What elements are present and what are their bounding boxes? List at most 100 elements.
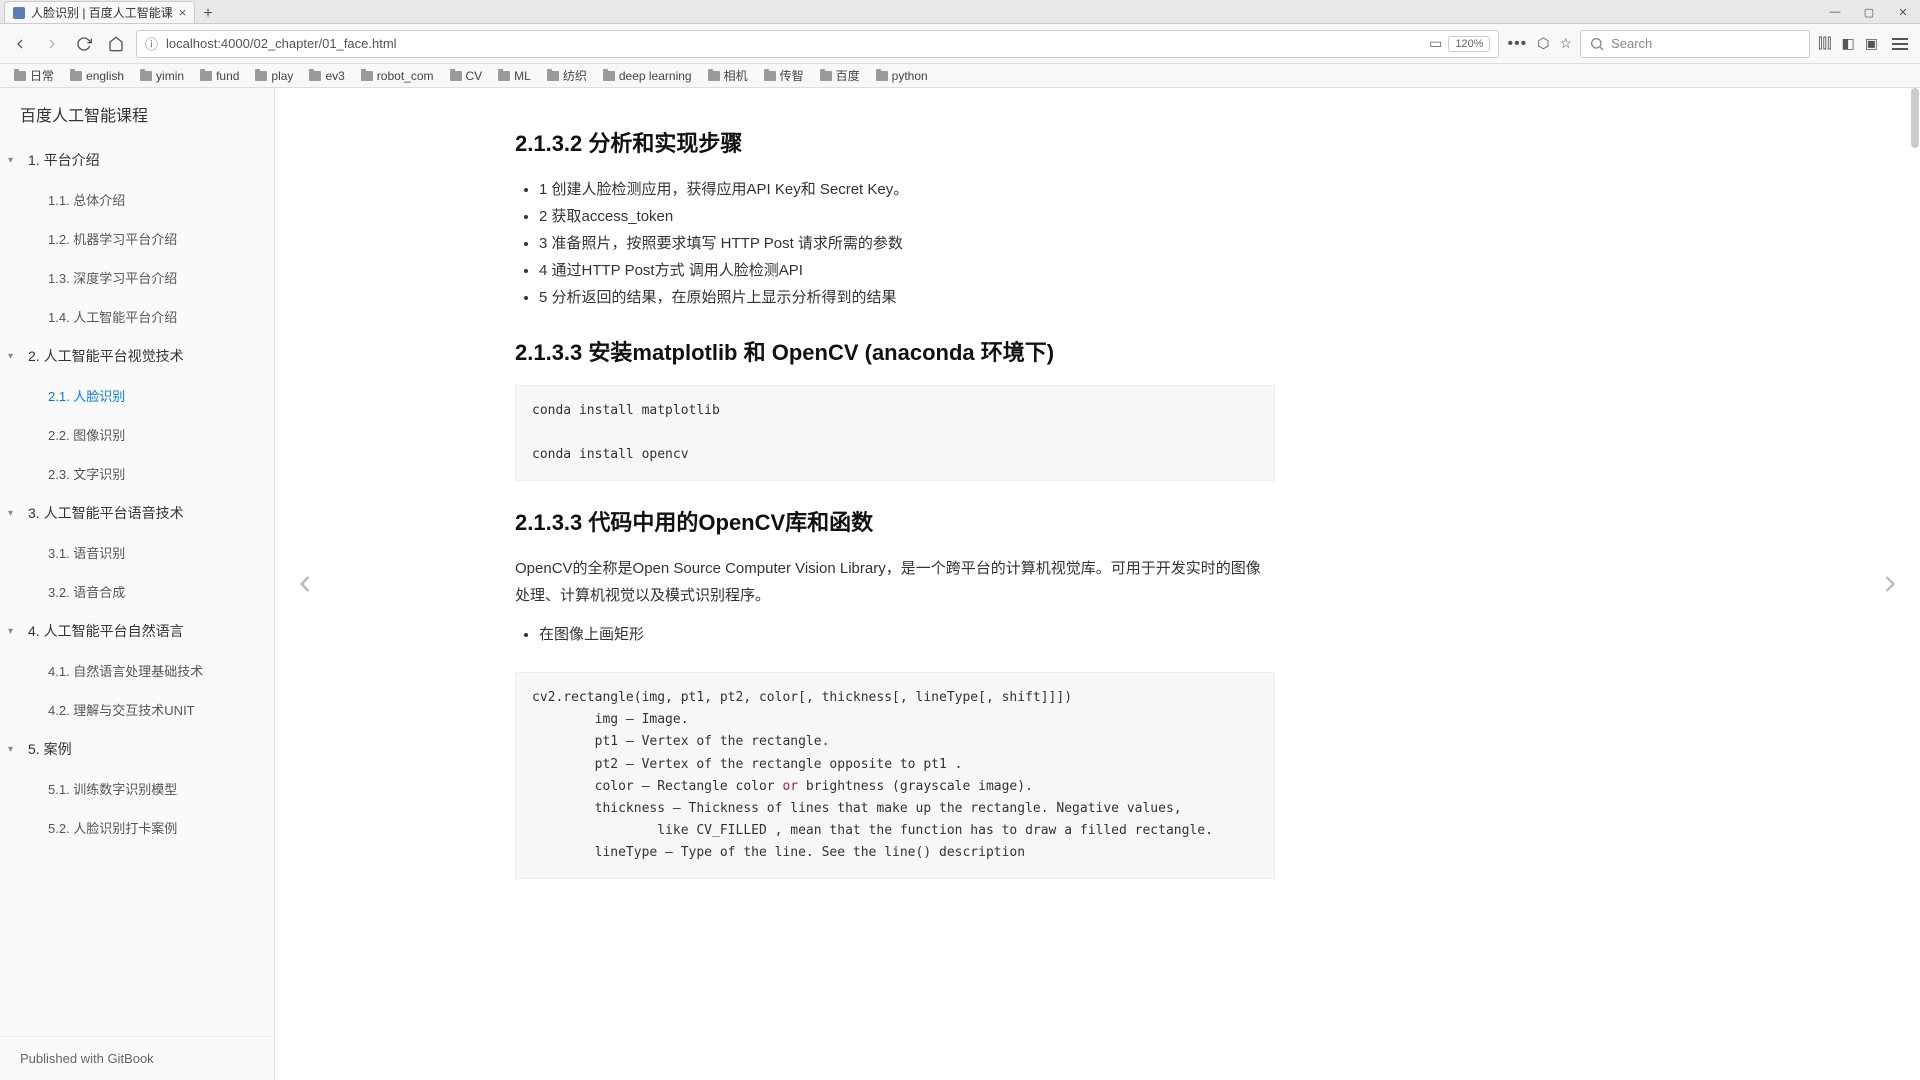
- toc-item[interactable]: 4.2. 理解与交互技术UNIT: [0, 690, 274, 729]
- heading-opencv: 2.1.3.3 代码中用的OpenCV库和函数: [515, 505, 1275, 537]
- toc-item[interactable]: 4.1. 自然语言处理基础技术: [0, 651, 274, 690]
- bookmark-item[interactable]: ev3: [303, 67, 350, 85]
- search-box[interactable]: Search: [1580, 30, 1810, 58]
- panel-icon[interactable]: ▣: [1865, 35, 1878, 52]
- reload-button[interactable]: [72, 32, 96, 56]
- toc-item[interactable]: 2.1. 人脸识别: [0, 376, 274, 415]
- tab-title: 人脸识别 | 百度人工智能课: [31, 4, 173, 21]
- info-icon[interactable]: ⓘ: [145, 34, 158, 53]
- minimize-button[interactable]: —: [1818, 0, 1852, 24]
- bullet-rect: 在图像上画矩形: [539, 621, 1275, 648]
- pocket-icon[interactable]: ⬡: [1537, 35, 1549, 52]
- content-wrap: 2.1.3.2 分析和实现步骤 1 创建人脸检测应用，获得应用API Key和 …: [275, 88, 1920, 1080]
- bookmark-item[interactable]: 日常: [8, 65, 60, 86]
- folder-icon: [820, 71, 832, 81]
- folder-icon: [361, 71, 373, 81]
- toc-item[interactable]: 1.1. 总体介绍: [0, 180, 274, 219]
- toc-item[interactable]: 3.1. 语音识别: [0, 533, 274, 572]
- url-text: localhost:4000/02_chapter/01_face.html: [166, 36, 1421, 51]
- tab-close-icon[interactable]: ×: [179, 5, 187, 20]
- toc-item[interactable]: 1.3. 深度学习平台介绍: [0, 258, 274, 297]
- back-button[interactable]: [8, 32, 32, 56]
- toolbar-far-right: ⫿⫿⫿ ◧ ▣: [1818, 32, 1912, 56]
- toc-item[interactable]: 1.2. 机器学习平台介绍: [0, 219, 274, 258]
- toc-item[interactable]: 2.2. 图像识别: [0, 415, 274, 454]
- page-actions-icon[interactable]: •••: [1507, 35, 1527, 53]
- toc-section[interactable]: ▾3. 人工智能平台语音技术: [0, 493, 274, 533]
- opencv-bullets: 在图像上画矩形: [515, 621, 1275, 648]
- toolbar-right: ••• ⬡ ☆: [1507, 35, 1572, 53]
- hamburger-menu-button[interactable]: [1888, 32, 1912, 56]
- chevron-down-icon: ▾: [8, 155, 13, 166]
- toc-sidebar[interactable]: 百度人工智能课程 ▾1. 平台介绍1.1. 总体介绍1.2. 机器学习平台介绍1…: [0, 88, 275, 1080]
- next-page-button[interactable]: [1870, 554, 1910, 614]
- toc-item[interactable]: 2.3. 文字识别: [0, 454, 274, 493]
- code-install[interactable]: conda install matplotlib conda install o…: [515, 385, 1275, 481]
- bookmark-item[interactable]: english: [64, 67, 130, 85]
- bookmark-item[interactable]: play: [249, 67, 299, 85]
- bookmark-item[interactable]: ML: [492, 67, 537, 85]
- nav-bar: ⓘ localhost:4000/02_chapter/01_face.html…: [0, 24, 1920, 64]
- prev-page-button[interactable]: [285, 554, 325, 614]
- toc-item[interactable]: 1.4. 人工智能平台介绍: [0, 297, 274, 336]
- toc-section[interactable]: ▾1. 平台介绍: [0, 140, 274, 180]
- bookmark-item[interactable]: fund: [194, 67, 245, 85]
- maximize-button[interactable]: ▢: [1852, 0, 1886, 24]
- toc-item[interactable]: 5.1. 训练数字识别模型: [0, 769, 274, 808]
- bookmark-item[interactable]: 纺织: [541, 65, 593, 86]
- scrollbar-thumb[interactable]: [1911, 88, 1919, 148]
- steps-list: 1 创建人脸检测应用，获得应用API Key和 Secret Key。2 获取a…: [515, 176, 1275, 311]
- sidebar-title[interactable]: 百度人工智能课程: [0, 88, 274, 140]
- folder-icon: [547, 71, 559, 81]
- home-button[interactable]: [104, 32, 128, 56]
- folder-icon: [255, 71, 267, 81]
- step-item: 4 通过HTTP Post方式 调用人脸检测API: [539, 257, 1275, 284]
- toc-section[interactable]: ▾2. 人工智能平台视觉技术: [0, 336, 274, 376]
- bookmarks-bar: 日常englishyiminfundplayev3 robot_comCVML纺织…: [0, 64, 1920, 88]
- bookmark-item[interactable]: deep learning: [597, 67, 698, 85]
- bookmark-star-icon[interactable]: ☆: [1560, 35, 1573, 52]
- new-tab-button[interactable]: +: [195, 5, 220, 23]
- bookmark-item[interactable]: 传智: [758, 65, 810, 86]
- toc-item[interactable]: 5.2. 人脸识别打卡案例: [0, 808, 274, 847]
- close-window-button[interactable]: ✕: [1886, 0, 1920, 24]
- folder-icon: [309, 71, 321, 81]
- chevron-down-icon: ▾: [8, 351, 13, 362]
- toc-section[interactable]: ▾4. 人工智能平台自然语言: [0, 611, 274, 651]
- tab-favicon-icon: [13, 7, 25, 19]
- folder-icon: [876, 71, 888, 81]
- folder-icon: [200, 71, 212, 81]
- article: 2.1.3.2 分析和实现步骤 1 创建人脸检测应用，获得应用API Key和 …: [515, 126, 1275, 879]
- window-controls: — ▢ ✕: [1818, 0, 1920, 24]
- browser-tab[interactable]: 人脸识别 | 百度人工智能课 ×: [4, 1, 195, 23]
- step-item: 1 创建人脸检测应用，获得应用API Key和 Secret Key。: [539, 176, 1275, 203]
- step-item: 2 获取access_token: [539, 203, 1275, 230]
- folder-icon: [14, 71, 26, 81]
- heading-install: 2.1.3.3 安装matplotlib 和 OpenCV (anaconda …: [515, 335, 1275, 367]
- folder-icon: [708, 71, 720, 81]
- gitbook-footer[interactable]: Published with GitBook: [0, 1036, 274, 1080]
- reader-mode-icon[interactable]: ▭: [1429, 35, 1442, 52]
- bookmark-item[interactable]: robot_com: [355, 67, 440, 85]
- bookmark-item[interactable]: python: [870, 67, 934, 85]
- bookmark-item[interactable]: CV: [444, 67, 489, 85]
- content-scroll[interactable]: 2.1.3.2 分析和实现步骤 1 创建人脸检测应用，获得应用API Key和 …: [275, 88, 1920, 1080]
- library-icon[interactable]: ⫿⫿⫿: [1818, 35, 1831, 52]
- bookmark-item[interactable]: 百度: [814, 65, 866, 86]
- browser-chrome: 人脸识别 | 百度人工智能课 × + — ▢ ✕ ⓘ localhost:400…: [0, 0, 1920, 88]
- forward-button[interactable]: [40, 32, 64, 56]
- toc-item[interactable]: 3.2. 语音合成: [0, 572, 274, 611]
- bookmark-item[interactable]: yimin: [134, 67, 190, 85]
- code-rectangle[interactable]: cv2.rectangle(img, pt1, pt2, color[, thi…: [515, 672, 1275, 879]
- chevron-down-icon: ▾: [8, 508, 13, 519]
- bookmark-item[interactable]: 相机: [702, 65, 754, 86]
- chevron-down-icon: ▾: [8, 744, 13, 755]
- sidebar-toggle-icon[interactable]: ◧: [1842, 35, 1855, 52]
- folder-icon: [764, 71, 776, 81]
- zoom-badge[interactable]: 120%: [1448, 36, 1490, 52]
- toc-section[interactable]: ▾5. 案例: [0, 729, 274, 769]
- heading-steps: 2.1.3.2 分析和实现步骤: [515, 126, 1275, 158]
- opencv-desc: OpenCV的全称是Open Source Computer Vision Li…: [515, 555, 1275, 609]
- url-bar[interactable]: ⓘ localhost:4000/02_chapter/01_face.html…: [136, 30, 1499, 58]
- page-viewport: 百度人工智能课程 ▾1. 平台介绍1.1. 总体介绍1.2. 机器学习平台介绍1…: [0, 88, 1920, 1080]
